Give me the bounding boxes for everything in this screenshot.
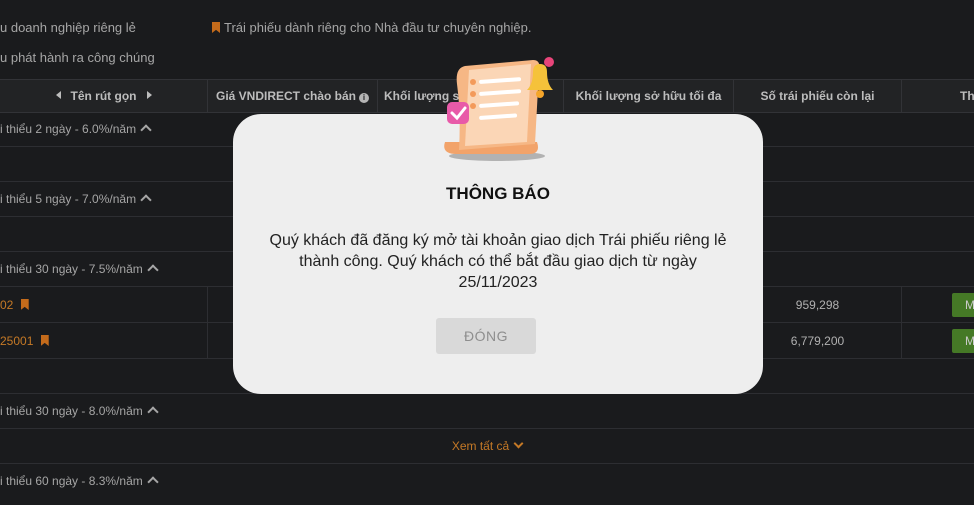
close-button[interactable]: ĐÓNG <box>436 318 536 354</box>
notification-document-icon <box>444 57 554 161</box>
dialog-title: THÔNG BÁO <box>446 184 550 203</box>
dialog-message: Quý khách đã đăng ký mở tài khoản giao d… <box>269 232 727 291</box>
